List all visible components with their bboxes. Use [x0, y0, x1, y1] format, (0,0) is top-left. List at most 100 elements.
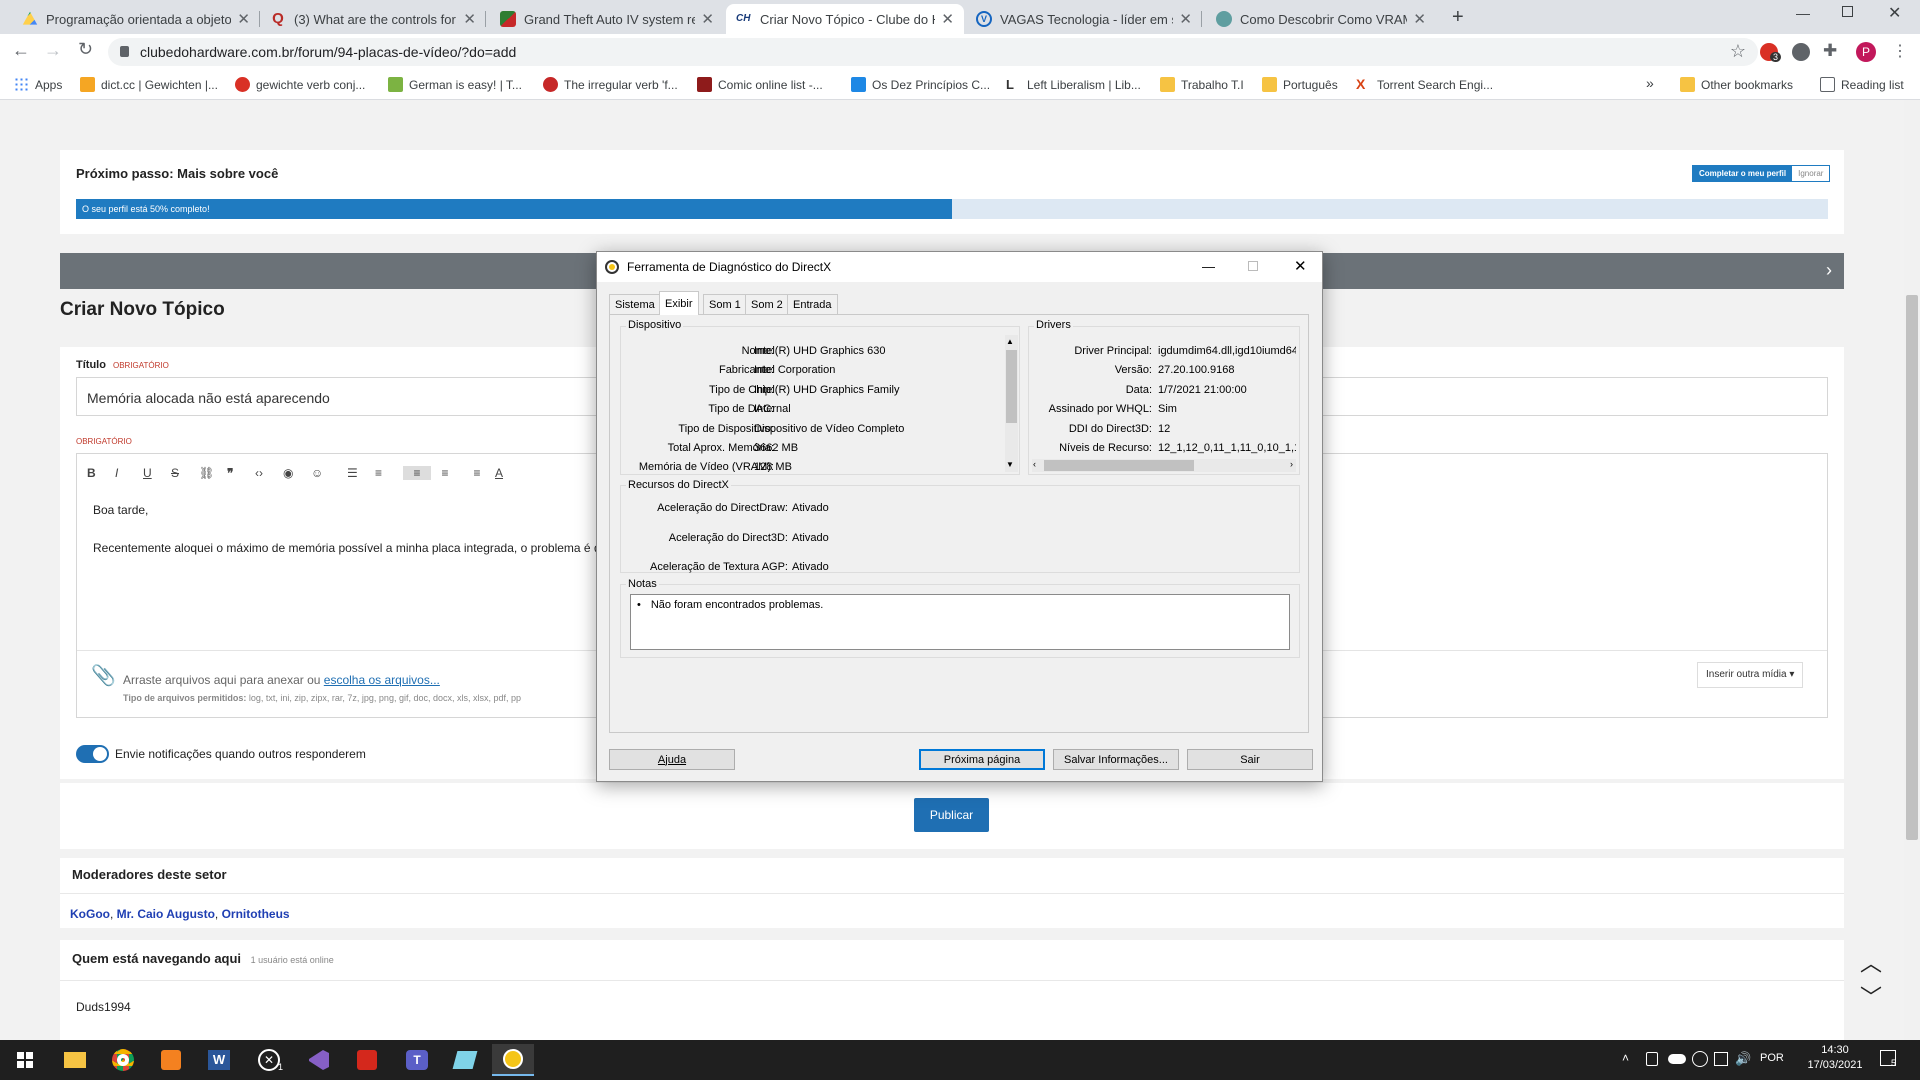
bookmark-item[interactable]: dict.cc | Gewichten |...	[80, 77, 218, 92]
onedrive-icon[interactable]	[1668, 1054, 1686, 1064]
choose-files-link[interactable]: escolha os arquivos...	[324, 673, 440, 687]
tab-0[interactable]: Programação orientada a objeto ✕	[12, 4, 260, 34]
italic-icon[interactable]: I	[115, 466, 143, 480]
bookmark-item[interactable]: gewichte verb conj...	[235, 77, 365, 92]
back-icon[interactable]: ←	[12, 40, 30, 61]
more-bookmarks-icon[interactable]: »	[1646, 75, 1654, 91]
tab-1[interactable]: Q (3) What are the controls for Fallo ✕	[260, 4, 486, 34]
display-icon[interactable]	[1714, 1052, 1728, 1066]
editor-line[interactable]: Recentemente aloquei o máximo de memória…	[93, 541, 613, 555]
next-page-button[interactable]: Próxima página	[919, 749, 1045, 770]
chevron-up-icon[interactable]: ˄	[1622, 1051, 1629, 1065]
word-icon[interactable]: W	[198, 1044, 240, 1076]
moderator-link[interactable]: Ornitotheus	[222, 907, 290, 921]
tab-5[interactable]: Como Descobrir Como VRAM qu ✕	[1206, 4, 1436, 34]
scrollbar-thumb[interactable]	[1906, 295, 1918, 840]
close-icon[interactable]: ✕	[1179, 10, 1192, 28]
moderator-link[interactable]: Mr. Caio Augusto	[117, 907, 215, 921]
notes-box[interactable]: • Não foram encontrados problemas.	[630, 594, 1290, 650]
exit-button[interactable]: Sair	[1187, 749, 1313, 770]
scrollbar-thumb[interactable]	[1044, 460, 1194, 471]
numbered-list-icon[interactable]: ≡	[375, 466, 403, 480]
chrome-icon[interactable]	[102, 1044, 144, 1076]
bookmark-item[interactable]: German is easy! | T...	[388, 77, 522, 92]
notify-toggle[interactable]	[76, 745, 109, 763]
font-color-icon[interactable]: A	[495, 466, 523, 480]
moderator-link[interactable]: KoGoo	[70, 907, 110, 921]
drivers-hscrollbar[interactable]: ‹ ›	[1032, 459, 1296, 472]
chevron-right-icon[interactable]: ›	[1826, 260, 1832, 281]
close-icon[interactable]: ✕	[1294, 257, 1307, 275]
close-icon[interactable]: ✕	[1413, 10, 1426, 28]
visual-studio-icon[interactable]	[298, 1044, 340, 1076]
window-close-icon[interactable]: ✕	[1888, 3, 1901, 23]
star-icon[interactable]: ☆	[1730, 41, 1746, 62]
tab-3-active[interactable]: CH Criar Novo Tópico - Clube do Ha ✕	[726, 4, 964, 34]
restore-icon[interactable]	[1842, 6, 1853, 17]
code-icon[interactable]: ‹›	[255, 466, 283, 480]
bold-icon[interactable]: B	[87, 466, 115, 480]
address-bar[interactable]: clubedohardware.com.br/forum/94-placas-d…	[108, 38, 1758, 66]
link-icon[interactable]: ⛓	[199, 466, 227, 480]
xbox-icon[interactable]: ✕ 1	[248, 1044, 290, 1076]
other-bookmarks[interactable]: Other bookmarks	[1680, 77, 1793, 92]
publish-button[interactable]: Publicar	[914, 798, 989, 832]
bookmark-folder[interactable]: Português	[1262, 77, 1338, 92]
dxdiag-titlebar[interactable]: Ferramenta de Diagnóstico do DirectX — ✕	[597, 252, 1322, 282]
scroll-down-icon[interactable]: ﹀	[1860, 980, 1882, 1012]
align-left-icon[interactable]: ≡	[403, 466, 431, 480]
scroll-down-icon[interactable]: ▼	[1006, 460, 1014, 469]
puzzle-icon[interactable]: ✚	[1823, 41, 1837, 61]
help-button[interactable]: Ajuda	[609, 749, 735, 770]
ignore-button[interactable]: Ignorar	[1792, 166, 1830, 181]
acrobat-icon[interactable]	[346, 1044, 388, 1076]
reload-icon[interactable]: ↻	[78, 39, 93, 60]
minimize-icon[interactable]: —	[1202, 259, 1215, 274]
profile-avatar[interactable]: P	[1856, 42, 1876, 62]
spoiler-icon[interactable]: ◉	[283, 466, 311, 480]
notepad-icon[interactable]	[444, 1044, 486, 1076]
tab-sistema[interactable]: Sistema	[609, 294, 661, 314]
quote-icon[interactable]: ❞	[227, 466, 255, 480]
close-icon[interactable]: ✕	[237, 10, 250, 28]
bullet-list-icon[interactable]: ☰	[347, 466, 375, 480]
tab-4[interactable]: V VAGAS Tecnologia - líder em solu ✕	[966, 4, 1202, 34]
bookmark-item[interactable]: X Torrent Search Engi...	[1356, 77, 1493, 92]
clock[interactable]: 14:30 17/03/2021	[1800, 1044, 1870, 1071]
forward-icon[interactable]: →	[44, 40, 62, 61]
bookmark-item[interactable]: Comic online list -...	[697, 77, 823, 92]
tab-exibir[interactable]: Exibir	[659, 291, 699, 315]
align-center-icon[interactable]: ≡	[431, 466, 459, 480]
tab-entrada[interactable]: Entrada	[787, 294, 838, 314]
new-tab-icon[interactable]: +	[1452, 6, 1464, 29]
close-icon[interactable]: ✕	[941, 10, 954, 28]
editor-line[interactable]: Boa tarde,	[93, 503, 148, 517]
network-status-icon[interactable]	[1692, 1051, 1708, 1067]
underline-icon[interactable]: U	[143, 466, 171, 480]
bookmark-folder[interactable]: Trabalho T.I	[1160, 77, 1244, 92]
insert-media-button[interactable]: Inserir outra mídia ▾	[1697, 662, 1804, 688]
close-icon[interactable]: ✕	[463, 10, 476, 28]
bookmark-item[interactable]: Os Dez Princípios C...	[851, 77, 990, 92]
tab-som-2[interactable]: Som 2	[745, 294, 789, 314]
bookmark-item[interactable]: The irregular verb 'f...	[543, 77, 678, 92]
bookmark-item[interactable]: L Left Liberalism | Lib...	[1006, 77, 1141, 92]
scroll-left-icon[interactable]: ‹	[1033, 459, 1036, 469]
scroll-up-icon[interactable]: ▲	[1006, 337, 1014, 346]
bookmark-apps[interactable]: Apps	[14, 77, 62, 92]
tab-2[interactable]: Grand Theft Auto IV system requ ✕	[490, 4, 724, 34]
kebab-menu-icon[interactable]: ⋮	[1892, 41, 1908, 61]
file-explorer-icon[interactable]	[54, 1044, 96, 1076]
save-info-button[interactable]: Salvar Informações...	[1053, 749, 1179, 770]
minimize-icon[interactable]: —	[1796, 5, 1810, 21]
windows-start-icon[interactable]	[4, 1044, 46, 1076]
scroll-right-icon[interactable]: ›	[1290, 459, 1293, 469]
reading-list[interactable]: Reading list	[1820, 77, 1904, 92]
device-scrollbar[interactable]: ▲ ▼	[1005, 335, 1018, 472]
tab-som-1[interactable]: Som 1	[703, 294, 747, 314]
device-icon[interactable]	[1646, 1052, 1658, 1066]
volume-icon[interactable]: 🔊	[1735, 1051, 1751, 1067]
directx-taskbar-icon[interactable]	[492, 1044, 534, 1076]
align-right-icon[interactable]: ≡	[459, 466, 495, 480]
browsing-user[interactable]: Duds1994	[76, 1000, 131, 1014]
